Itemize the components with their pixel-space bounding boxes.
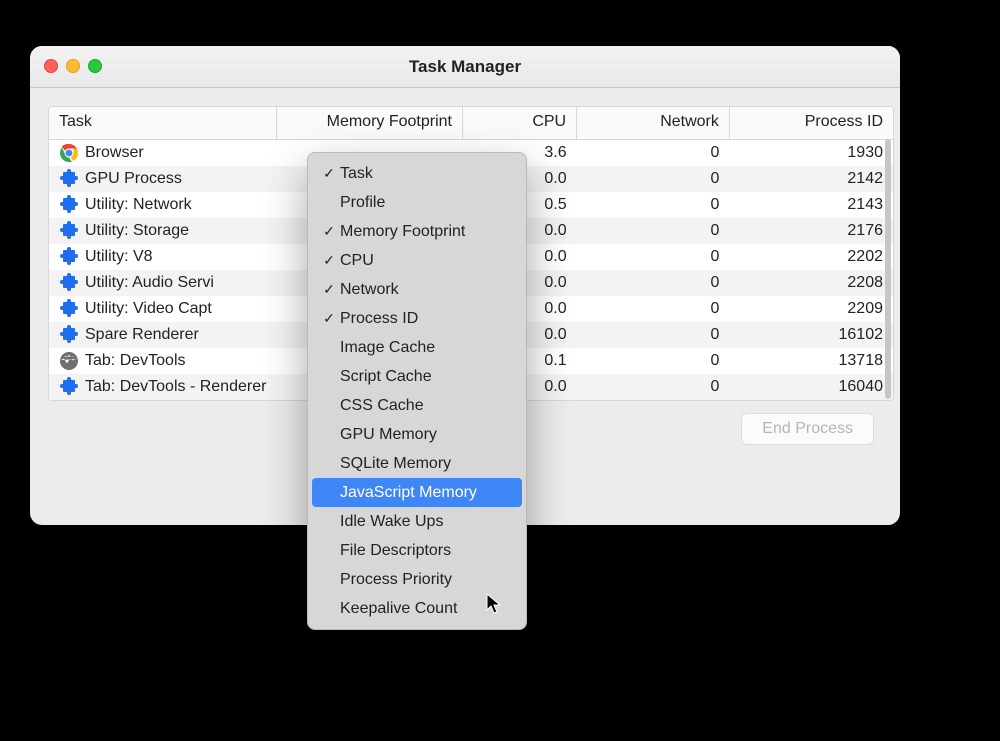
network-value: 0 [577, 322, 730, 348]
context-menu-item[interactable]: File Descriptors [312, 536, 522, 565]
network-value: 0 [577, 192, 730, 218]
context-menu-label: Script Cache [338, 368, 432, 386]
context-menu-item[interactable]: Image Cache [312, 333, 522, 362]
context-menu-item[interactable]: Script Cache [312, 362, 522, 391]
checkmark-icon: ✓ [320, 310, 338, 327]
extension-icon [59, 195, 79, 215]
task-name: Tab: DevTools - Renderer [85, 378, 266, 396]
context-menu-item[interactable]: Process Priority [312, 565, 522, 594]
task-name: Utility: Storage [85, 222, 189, 240]
context-menu-item[interactable]: Profile [312, 188, 522, 217]
pid-value: 1930 [729, 140, 893, 167]
column-header-pid[interactable]: Process ID [729, 107, 893, 140]
task-name: Utility: Audio Servi [85, 274, 214, 292]
column-header-network[interactable]: Network [577, 107, 730, 140]
context-menu-item[interactable]: JavaScript Memory [312, 478, 522, 507]
checkmark-icon: ✓ [320, 281, 338, 298]
context-menu-label: CPU [338, 252, 374, 270]
task-name: GPU Process [85, 170, 182, 188]
context-menu-label: Idle Wake Ups [338, 513, 443, 531]
task-name: Utility: Network [85, 196, 192, 214]
maximize-button[interactable] [88, 59, 102, 73]
extension-icon [59, 273, 79, 293]
globe-icon [59, 351, 79, 371]
network-value: 0 [577, 218, 730, 244]
context-menu-item[interactable]: SQLite Memory [312, 449, 522, 478]
chrome-icon [59, 143, 79, 163]
pid-value: 16102 [729, 322, 893, 348]
context-menu-label: Task [338, 165, 373, 183]
network-value: 0 [577, 244, 730, 270]
extension-icon [59, 377, 79, 397]
context-menu-label: Process ID [338, 310, 418, 328]
extension-icon [59, 221, 79, 241]
task-name: Spare Renderer [85, 326, 199, 344]
context-menu-item[interactable]: Idle Wake Ups [312, 507, 522, 536]
context-menu-label: Image Cache [338, 339, 435, 357]
extension-icon [59, 325, 79, 345]
column-header-cpu[interactable]: CPU [462, 107, 576, 140]
task-manager-window: Task Manager Task Memory Footprint CPU N… [30, 46, 900, 525]
network-value: 0 [577, 140, 730, 167]
end-process-button[interactable]: End Process [741, 413, 874, 445]
pid-value: 2143 [729, 192, 893, 218]
titlebar: Task Manager [30, 46, 900, 88]
context-menu-label: JavaScript Memory [338, 484, 477, 502]
pid-value: 13718 [729, 348, 893, 374]
context-menu-label: Keepalive Count [338, 600, 457, 618]
network-value: 0 [577, 348, 730, 374]
column-header-task[interactable]: Task [49, 107, 276, 140]
column-context-menu[interactable]: ✓TaskProfile✓Memory Footprint✓CPU✓Networ… [307, 152, 527, 630]
context-menu-label: File Descriptors [338, 542, 451, 560]
minimize-button[interactable] [66, 59, 80, 73]
context-menu-label: SQLite Memory [338, 455, 451, 473]
network-value: 0 [577, 270, 730, 296]
extension-icon [59, 299, 79, 319]
context-menu-label: CSS Cache [338, 397, 424, 415]
context-menu-label: Profile [338, 194, 385, 212]
extension-icon [59, 247, 79, 267]
context-menu-item[interactable]: CSS Cache [312, 391, 522, 420]
context-menu-item[interactable]: Keepalive Count [312, 594, 522, 623]
pid-value: 2208 [729, 270, 893, 296]
context-menu-item[interactable]: GPU Memory [312, 420, 522, 449]
context-menu-item[interactable]: ✓Task [312, 159, 522, 188]
pid-value: 2176 [729, 218, 893, 244]
network-value: 0 [577, 296, 730, 322]
context-menu-label: Network [338, 281, 399, 299]
pid-value: 2142 [729, 166, 893, 192]
context-menu-item[interactable]: ✓Memory Footprint [312, 217, 522, 246]
task-name: Utility: V8 [85, 248, 153, 266]
column-header-memory[interactable]: Memory Footprint [276, 107, 462, 140]
task-name: Browser [85, 144, 144, 162]
context-menu-label: GPU Memory [338, 426, 437, 444]
network-value: 0 [577, 374, 730, 400]
window-title: Task Manager [409, 57, 521, 77]
pid-value: 16040 [729, 374, 893, 400]
network-value: 0 [577, 166, 730, 192]
pid-value: 2202 [729, 244, 893, 270]
vertical-scrollbar[interactable] [885, 139, 891, 399]
close-button[interactable] [44, 59, 58, 73]
context-menu-label: Memory Footprint [338, 223, 465, 241]
context-menu-item[interactable]: ✓Network [312, 275, 522, 304]
context-menu-item[interactable]: ✓CPU [312, 246, 522, 275]
checkmark-icon: ✓ [320, 252, 338, 269]
task-name: Tab: DevTools [85, 352, 186, 370]
extension-icon [59, 169, 79, 189]
task-name: Utility: Video Capt [85, 300, 212, 318]
window-controls [44, 59, 102, 73]
checkmark-icon: ✓ [320, 165, 338, 182]
pid-value: 2209 [729, 296, 893, 322]
checkmark-icon: ✓ [320, 223, 338, 240]
context-menu-label: Process Priority [338, 571, 452, 589]
context-menu-item[interactable]: ✓Process ID [312, 304, 522, 333]
